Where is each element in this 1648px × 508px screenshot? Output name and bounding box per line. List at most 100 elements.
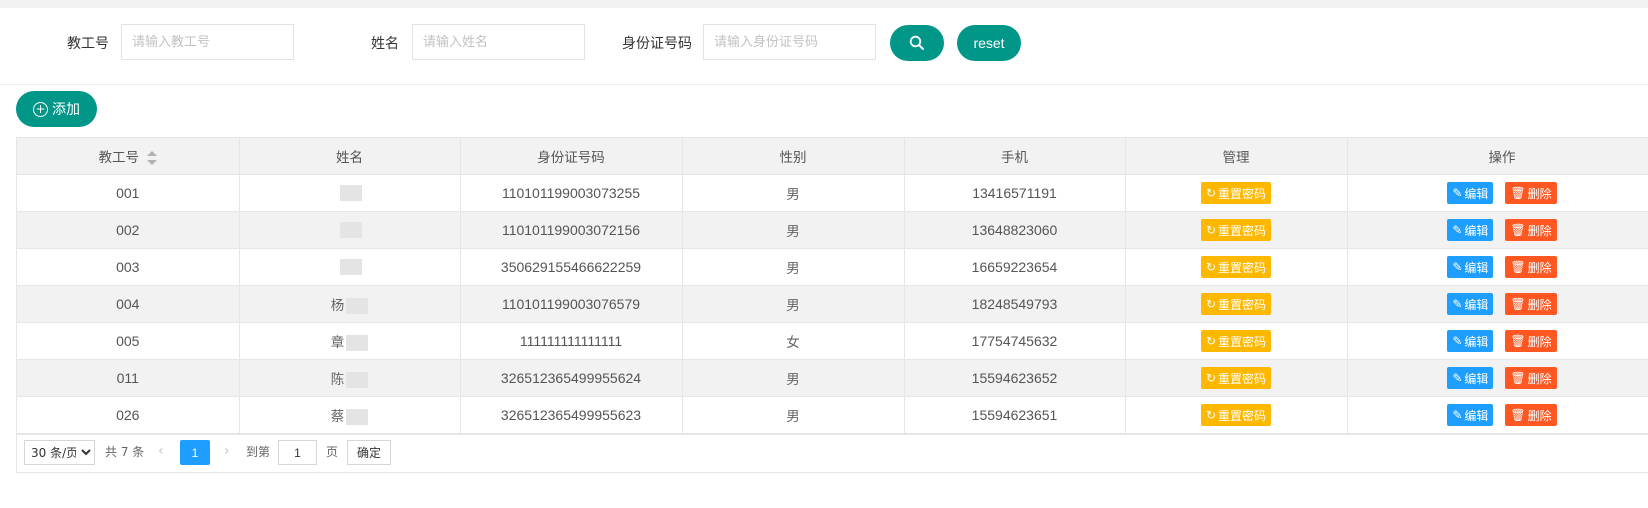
delete-label: 删除 — [1527, 297, 1552, 312]
edit-button[interactable]: ✎ 编辑 — [1447, 293, 1494, 315]
trash-icon: 🗑 — [1510, 371, 1526, 385]
delete-button[interactable]: 🗑 删除 — [1505, 219, 1557, 241]
refresh-icon: ↻ — [1205, 371, 1217, 385]
id-number-cell: 350629155466622259 — [460, 248, 683, 286]
add-button[interactable]: + 添加 — [16, 91, 97, 127]
edit-button[interactable]: ✎ 编辑 — [1447, 182, 1494, 204]
total-count: 共 7 条 — [105, 445, 145, 459]
reset-password-button[interactable]: ↻ 重置密码 — [1200, 256, 1272, 278]
reset-password-label: 重置密码 — [1218, 408, 1267, 423]
chevron-left-icon[interactable]: ‹ — [158, 443, 164, 459]
manage-cell: ↻ 重置密码 — [1125, 285, 1348, 323]
refresh-icon: ↻ — [1205, 408, 1217, 422]
teacher-no-input[interactable] — [121, 24, 294, 60]
column-header-label: 教工号 — [98, 150, 140, 166]
id-number-input[interactable] — [703, 24, 876, 60]
chevron-right-icon[interactable]: › — [224, 443, 230, 459]
table-row: 003 350629155466622259 男 16659223654 ↻ 重置… — [17, 248, 1648, 286]
reset-password-button[interactable]: ↻ 重置密码 — [1200, 219, 1272, 241]
search-form: 教工号 姓名 身份证号码 reset — [0, 8, 1648, 85]
teacher-no-cell: 005 — [17, 322, 240, 360]
refresh-icon: ↻ — [1205, 186, 1217, 200]
plus-circle-icon: + — [33, 101, 48, 117]
edit-label: 编辑 — [1464, 260, 1489, 275]
column-header-actions: 操作 — [1347, 138, 1648, 175]
name-cell — [239, 174, 461, 212]
delete-button[interactable]: 🗑 删除 — [1505, 256, 1557, 278]
teacher-table: 教工号 姓名 身份证号码 性别 手机 管理 操作 001 11010119900… — [16, 137, 1648, 435]
actions-cell: ✎ 编辑 🗑 删除 — [1347, 396, 1648, 434]
pencil-icon: ✎ — [1452, 334, 1463, 348]
reset-password-button[interactable]: ↻ 重置密码 — [1200, 182, 1272, 204]
pencil-icon: ✎ — [1452, 260, 1463, 274]
delete-button[interactable]: 🗑 删除 — [1505, 404, 1557, 426]
manage-cell: ↻ 重置密码 — [1125, 174, 1348, 212]
gender-cell: 男 — [682, 285, 905, 323]
delete-button[interactable]: 🗑 删除 — [1505, 367, 1557, 389]
delete-button[interactable]: 🗑 删除 — [1505, 293, 1557, 315]
teacher-no-label: 教工号 — [67, 36, 109, 52]
trash-icon: 🗑 — [1510, 297, 1526, 311]
phone-cell: 15594623651 — [904, 396, 1126, 434]
delete-button[interactable]: 🗑 删除 — [1505, 182, 1557, 204]
edit-label: 编辑 — [1464, 334, 1489, 349]
content-panel: 教工号 姓名 身份证号码 reset + 添加 教工号 — [0, 8, 1648, 508]
manage-cell: ↻ 重置密码 — [1125, 396, 1348, 434]
edit-button[interactable]: ✎ 编辑 — [1447, 367, 1494, 389]
refresh-icon: ↻ — [1205, 334, 1217, 348]
reset-password-button[interactable]: ↻ 重置密码 — [1200, 404, 1272, 426]
delete-label: 删除 — [1527, 186, 1552, 201]
id-number-label: 身份证号码 — [622, 36, 692, 52]
edit-button[interactable]: ✎ 编辑 — [1447, 256, 1494, 278]
redacted-mask — [346, 298, 369, 314]
name-cell — [239, 248, 461, 286]
column-header-teacher-no[interactable]: 教工号 — [17, 138, 240, 175]
name-text: 陈 — [330, 372, 345, 388]
page-size-select[interactable]: 30 条/页 — [24, 440, 95, 465]
reset-password-button[interactable]: ↻ 重置密码 — [1200, 330, 1272, 352]
pencil-icon: ✎ — [1452, 186, 1463, 200]
delete-button[interactable]: 🗑 删除 — [1505, 330, 1557, 352]
pencil-icon: ✎ — [1452, 223, 1463, 237]
teacher-no-cell: 003 — [17, 248, 240, 286]
reset-password-button[interactable]: ↻ 重置密码 — [1200, 367, 1272, 389]
name-input[interactable] — [412, 24, 585, 60]
edit-button[interactable]: ✎ 编辑 — [1447, 219, 1494, 241]
name-text: 杨 — [330, 298, 345, 314]
delete-label: 删除 — [1527, 223, 1552, 238]
redacted-mask — [346, 335, 369, 351]
name-text: 章 — [330, 335, 345, 351]
edit-button[interactable]: ✎ 编辑 — [1447, 404, 1494, 426]
search-icon — [909, 35, 924, 50]
actions-cell: ✎ 编辑 🗑 删除 — [1347, 174, 1648, 212]
goto-page-input[interactable] — [278, 440, 317, 465]
id-number-cell: 110101199003073255 — [460, 174, 683, 212]
edit-label: 编辑 — [1464, 186, 1489, 201]
add-button-label: 添加 — [52, 102, 80, 118]
search-button[interactable] — [890, 25, 944, 61]
reset-password-label: 重置密码 — [1218, 260, 1267, 275]
edit-label: 编辑 — [1464, 408, 1489, 423]
id-number-cell: 326512365499955623 — [460, 396, 683, 434]
delete-label: 删除 — [1527, 408, 1552, 423]
edit-button[interactable]: ✎ 编辑 — [1447, 330, 1494, 352]
pencil-icon: ✎ — [1452, 371, 1463, 385]
trash-icon: 🗑 — [1510, 334, 1526, 348]
table-header-row: 教工号 姓名 身份证号码 性别 手机 管理 操作 — [17, 138, 1648, 175]
id-number-cell: 110101199003072156 — [460, 211, 683, 249]
trash-icon: 🗑 — [1510, 260, 1526, 274]
column-header-manage: 管理 — [1125, 138, 1348, 175]
reset-password-button[interactable]: ↻ 重置密码 — [1200, 293, 1272, 315]
page-1-button[interactable]: 1 — [180, 440, 210, 465]
column-header-id-number: 身份证号码 — [460, 138, 683, 175]
manage-cell: ↻ 重置密码 — [1125, 359, 1348, 397]
goto-confirm-button[interactable]: 确定 — [347, 440, 391, 465]
column-header-name: 姓名 — [239, 138, 461, 175]
delete-label: 删除 — [1527, 371, 1552, 386]
table-row: 001 110101199003073255 男 13416571191 ↻ 重置… — [17, 174, 1648, 212]
name-cell — [239, 211, 461, 249]
gender-cell: 男 — [682, 248, 905, 286]
sort-icon[interactable] — [147, 151, 157, 165]
reset-button[interactable]: reset — [957, 25, 1021, 61]
goto-label: 到第 — [246, 445, 271, 459]
